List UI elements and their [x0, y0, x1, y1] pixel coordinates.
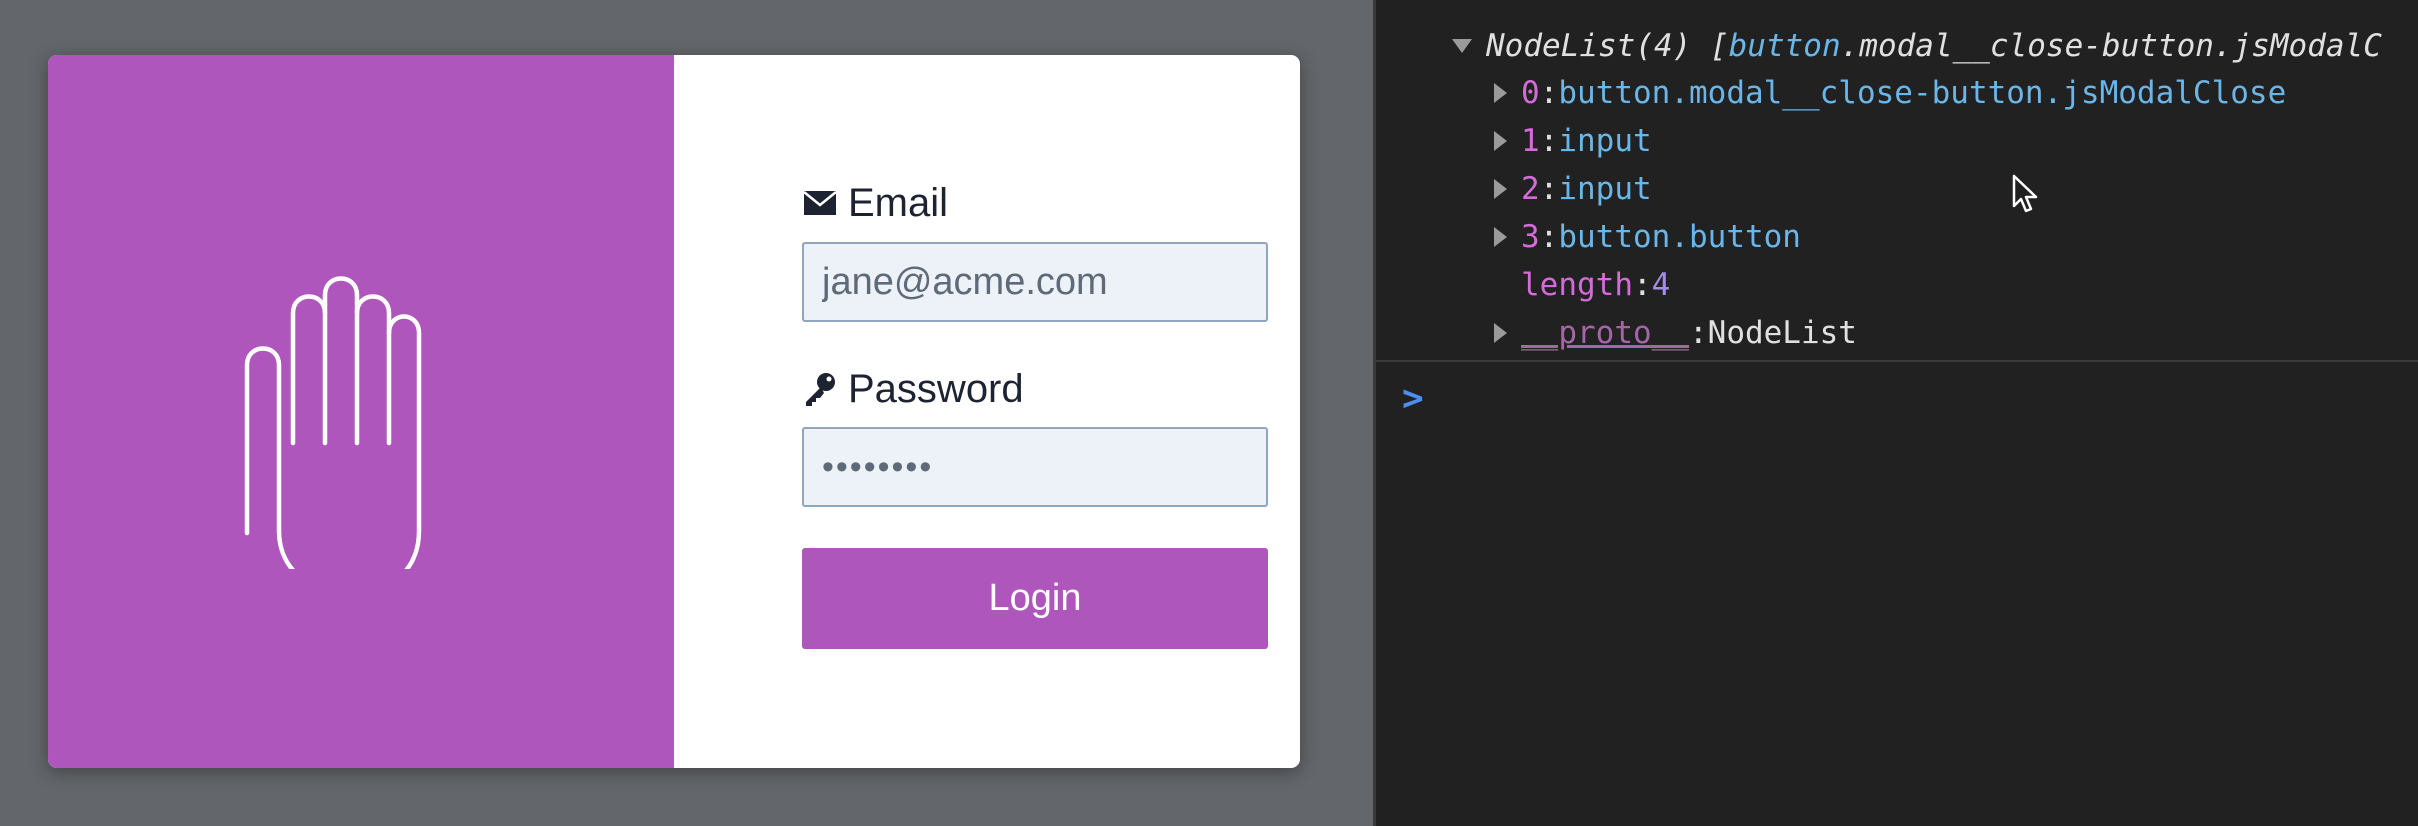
email-field[interactable] — [802, 242, 1268, 322]
nodelist-preview-rest: .modal__close-button.jsModalC — [1840, 28, 2382, 64]
envelope-icon — [803, 191, 837, 215]
length-key: length — [1521, 267, 1633, 303]
page-area: Email Password Login — [0, 0, 1373, 826]
nodelist-item-1[interactable]: 1: input — [1494, 121, 1652, 161]
item-index: 1 — [1521, 123, 1540, 159]
collapse-triangle-icon[interactable] — [1452, 39, 1472, 53]
item-tag: input — [1558, 171, 1652, 207]
item-tag: button — [1558, 219, 1671, 255]
devtools-console: NodeList(4) [button .modal__close-button.… — [1373, 0, 2418, 826]
mouse-cursor-icon — [2012, 174, 2038, 213]
item-index: 2 — [1521, 171, 1540, 207]
nodelist-header-row[interactable]: NodeList(4) [button .modal__close-button.… — [1452, 26, 2382, 66]
nodelist-item-3[interactable]: 3: button .button — [1494, 217, 1801, 257]
key-icon — [806, 373, 835, 406]
login-form: Email Password Login — [754, 55, 1270, 768]
login-button[interactable]: Login — [802, 548, 1268, 649]
item-classes: .modal__close-button.jsModalClose — [1670, 75, 2287, 111]
proto-value: NodeList — [1707, 315, 1857, 351]
nodelist-length-row: length: 4 — [1521, 267, 1671, 303]
expand-triangle-icon[interactable] — [1494, 323, 1507, 343]
login-modal: Email Password Login — [48, 55, 1300, 768]
item-index: 0 — [1521, 75, 1540, 111]
item-index: 3 — [1521, 219, 1540, 255]
item-tag: button — [1558, 75, 1671, 111]
nodelist-prefix: NodeList(4) [ — [1486, 28, 1729, 64]
nodelist-proto-row[interactable]: __proto__: NodeList — [1494, 313, 1857, 353]
expand-triangle-icon[interactable] — [1494, 227, 1507, 247]
password-label-text: Password — [848, 366, 1024, 411]
console-divider — [1376, 360, 2418, 362]
console-prompt-icon[interactable]: > — [1402, 378, 1424, 419]
proto-key: __proto__ — [1521, 315, 1689, 351]
length-value: 4 — [1651, 267, 1671, 303]
expand-triangle-icon[interactable] — [1494, 131, 1507, 151]
password-field[interactable] — [802, 427, 1268, 507]
password-label: Password — [802, 365, 1024, 413]
expand-triangle-icon[interactable] — [1494, 179, 1507, 199]
raised-hand-icon — [244, 276, 422, 569]
nodelist-preview-tag: button — [1728, 28, 1841, 64]
email-label-text: Email — [848, 180, 949, 225]
modal-hero-panel — [48, 55, 674, 768]
nodelist-item-0[interactable]: 0: button .modal__close-button.jsModalClo… — [1494, 73, 2286, 113]
email-label: Email — [802, 179, 948, 227]
item-tag: input — [1558, 123, 1652, 159]
nodelist-item-2[interactable]: 2: input — [1494, 169, 1652, 209]
expand-triangle-icon[interactable] — [1494, 83, 1507, 103]
item-classes: .button — [1670, 219, 1801, 255]
